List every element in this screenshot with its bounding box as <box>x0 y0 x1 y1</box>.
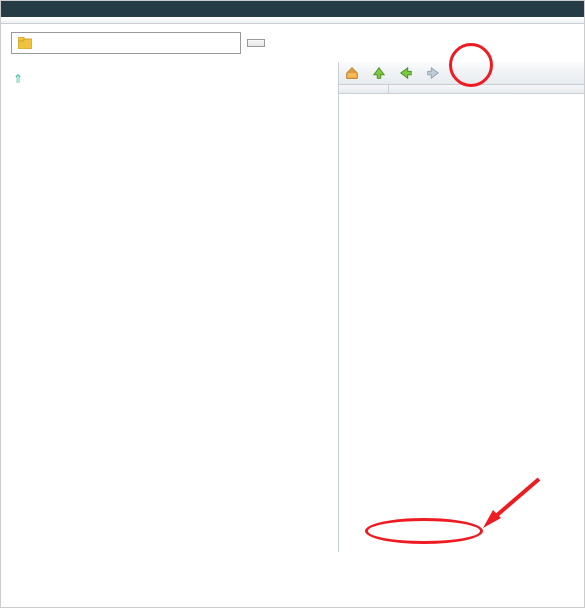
up-arrow-icon <box>372 66 386 80</box>
nav-up[interactable] <box>372 66 389 80</box>
right-arrow-icon <box>426 66 440 80</box>
collapse-arrow-icon: ⇑ <box>13 72 23 86</box>
col-icon[interactable] <box>339 85 389 93</box>
left-arrow-icon <box>399 66 413 80</box>
toolbar <box>1 17 584 24</box>
folder-tree <box>1 92 338 100</box>
folder-open-icon <box>18 37 32 49</box>
file-list[interactable] <box>339 94 584 552</box>
nav-back[interactable] <box>399 66 416 80</box>
nav-forward[interactable] <box>426 66 443 80</box>
home-icon <box>345 66 359 80</box>
nav-home[interactable] <box>345 66 362 80</box>
collapse-all[interactable]: ⇑ <box>1 62 338 92</box>
go-button[interactable] <box>247 39 265 47</box>
path-box[interactable] <box>11 32 241 54</box>
col-name[interactable] <box>389 85 584 93</box>
path-input[interactable] <box>36 36 234 50</box>
